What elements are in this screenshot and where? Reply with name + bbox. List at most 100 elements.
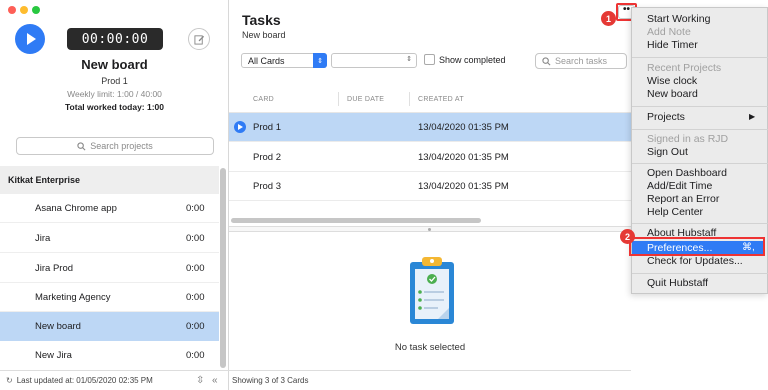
menu-item-help-center[interactable]: Help Center: [647, 206, 703, 219]
project-row[interactable]: Marketing Agency 0:00: [0, 283, 219, 312]
task-card: Prod 3: [253, 180, 281, 192]
checkbox-icon: [424, 54, 435, 65]
annotation-box: [629, 237, 765, 256]
start-timer-button[interactable]: [15, 24, 45, 54]
column-divider: [338, 92, 339, 106]
collapse-sidebar-icon[interactable]: «: [212, 375, 218, 386]
menu-separator: [632, 129, 768, 130]
menu-item-hide-timer[interactable]: Hide Timer: [647, 39, 698, 52]
project-row[interactable]: Jira Prod 0:00: [0, 254, 219, 283]
search-icon: [542, 56, 551, 65]
project-time: 0:00: [186, 202, 205, 214]
search-tasks-input[interactable]: Search tasks: [535, 53, 627, 69]
menu-item-add-note: Add Note: [647, 26, 691, 38]
menu-section-recent-projects: Recent Projects: [647, 62, 722, 74]
project-row[interactable]: Asana Chrome app 0:00: [0, 194, 219, 223]
last-updated-text: Last updated at: 01/05/2020 02:35 PM: [16, 376, 153, 385]
menu-separator: [632, 223, 768, 224]
splitter-grip-icon: [428, 228, 431, 231]
play-task-icon[interactable]: [234, 121, 246, 133]
timer-display: 00:00:00: [67, 28, 163, 50]
cards-filter-select[interactable]: All Cards ⇕: [241, 53, 327, 68]
step-badge: 2: [620, 229, 635, 244]
search-icon: [77, 141, 86, 150]
column-header-created-at[interactable]: CREATED AT: [418, 96, 464, 103]
projects-scrollbar[interactable]: [220, 168, 226, 368]
project-time: 0:00: [186, 232, 205, 244]
tasks-panel: Tasks New board All Cards ⇕ ⇕ Show compl…: [229, 0, 637, 390]
task-card: Prod 1: [253, 121, 281, 133]
weekly-limit-text: Weekly limit: 1:00 / 40:00: [67, 89, 162, 99]
project-name: Jira Prod: [35, 262, 74, 274]
close-window-button[interactable]: [8, 6, 16, 14]
chevron-updown-icon: ⇕: [406, 56, 412, 63]
menu-separator: [632, 106, 768, 107]
zoom-window-button[interactable]: [32, 6, 40, 14]
search-tasks-placeholder: Search tasks: [555, 56, 608, 66]
menu-separator: [632, 163, 768, 164]
menu-signed-in-label: Signed in as RJD: [647, 133, 729, 145]
project-row[interactable]: New Jira 0:00: [0, 341, 219, 370]
menu-item-quit[interactable]: Quit Hubstaff: [647, 277, 708, 290]
task-created-at: 13/04/2020 01:35 PM: [418, 151, 509, 163]
edit-icon: [193, 34, 204, 45]
menu-item-projects[interactable]: Projects: [647, 111, 685, 124]
minimize-window-button[interactable]: [20, 6, 28, 14]
column-header-card[interactable]: CARD: [253, 96, 274, 103]
menu-item-start-working[interactable]: Start Working: [647, 13, 710, 26]
submenu-arrow-icon: ▶: [749, 112, 756, 121]
column-header-due-date[interactable]: DUE DATE: [347, 96, 384, 103]
clipboard-icon: [410, 257, 454, 324]
menu-item-sign-out[interactable]: Sign Out: [647, 146, 688, 159]
task-row[interactable]: Prod 3 13/04/2020 01:35 PM: [229, 172, 631, 201]
page-subtitle: New board: [242, 30, 286, 40]
secondary-filter-select[interactable]: ⇕: [331, 53, 417, 68]
project-name: New Jira: [35, 350, 72, 361]
timer-sidebar: 00:00:00 New board Prod 1 Weekly limit: …: [0, 0, 229, 390]
total-worked-text: Total worked today: 1:00: [64, 102, 165, 112]
project-name: New board: [35, 321, 81, 332]
task-row-selected[interactable]: Prod 1 13/04/2020 01:35 PM: [229, 113, 631, 142]
menu-item-recent-project[interactable]: Wise clock: [647, 75, 697, 88]
project-time: 0:00: [186, 350, 205, 361]
current-board-title: New board: [81, 57, 148, 72]
cards-filter-value: All Cards: [248, 55, 285, 66]
step-badge: 1: [601, 11, 616, 26]
project-row[interactable]: Jira 0:00: [0, 224, 219, 253]
project-name: Marketing Agency: [35, 291, 111, 303]
search-projects-placeholder: Search projects: [90, 141, 153, 151]
task-created-at: 13/04/2020 01:35 PM: [418, 180, 509, 192]
project-name: Asana Chrome app: [35, 202, 117, 214]
project-time: 0:00: [186, 262, 205, 274]
column-divider: [409, 92, 410, 106]
show-completed-checkbox[interactable]: Show completed: [424, 54, 506, 65]
menu-separator: [632, 273, 768, 274]
empty-state-text: No task selected: [394, 342, 466, 353]
show-completed-label: Show completed: [439, 54, 506, 65]
organization-header[interactable]: Kitkat Enterprise: [0, 166, 219, 194]
resize-icon[interactable]: ⇳: [196, 375, 204, 386]
tasks-horizontal-scrollbar[interactable]: [231, 218, 481, 223]
chevron-updown-icon: ⇕: [313, 53, 327, 68]
menu-item-check-updates[interactable]: Check for Updates...: [647, 255, 743, 268]
task-card: Prod 2: [253, 151, 281, 163]
refresh-icon[interactable]: ↻: [6, 376, 13, 385]
task-row[interactable]: Prod 2 13/04/2020 01:35 PM: [229, 143, 631, 172]
project-time: 0:00: [186, 291, 205, 303]
menu-item-add-edit-time[interactable]: Add/Edit Time: [647, 180, 712, 193]
pane-splitter[interactable]: [229, 226, 631, 232]
edit-note-button[interactable]: [188, 28, 210, 50]
page-title: Tasks: [242, 12, 281, 28]
menu-item-report-error[interactable]: Report an Error: [647, 193, 719, 206]
current-project-name: Prod 1: [101, 76, 128, 86]
project-row-selected[interactable]: New board 0:00: [0, 312, 219, 341]
sidebar-footer: ↻ Last updated at: 01/05/2020 02:35 PM ⇳…: [0, 370, 229, 390]
menu-separator: [632, 57, 768, 58]
menu-item-recent-project[interactable]: New board: [647, 88, 698, 101]
menu-item-open-dashboard[interactable]: Open Dashboard: [647, 167, 727, 180]
project-name: Jira: [35, 232, 51, 244]
project-time: 0:00: [186, 321, 205, 332]
tasks-count-text: Showing 3 of 3 Cards: [232, 376, 309, 385]
search-projects-input[interactable]: Search projects: [16, 137, 214, 155]
play-icon: [27, 33, 36, 45]
